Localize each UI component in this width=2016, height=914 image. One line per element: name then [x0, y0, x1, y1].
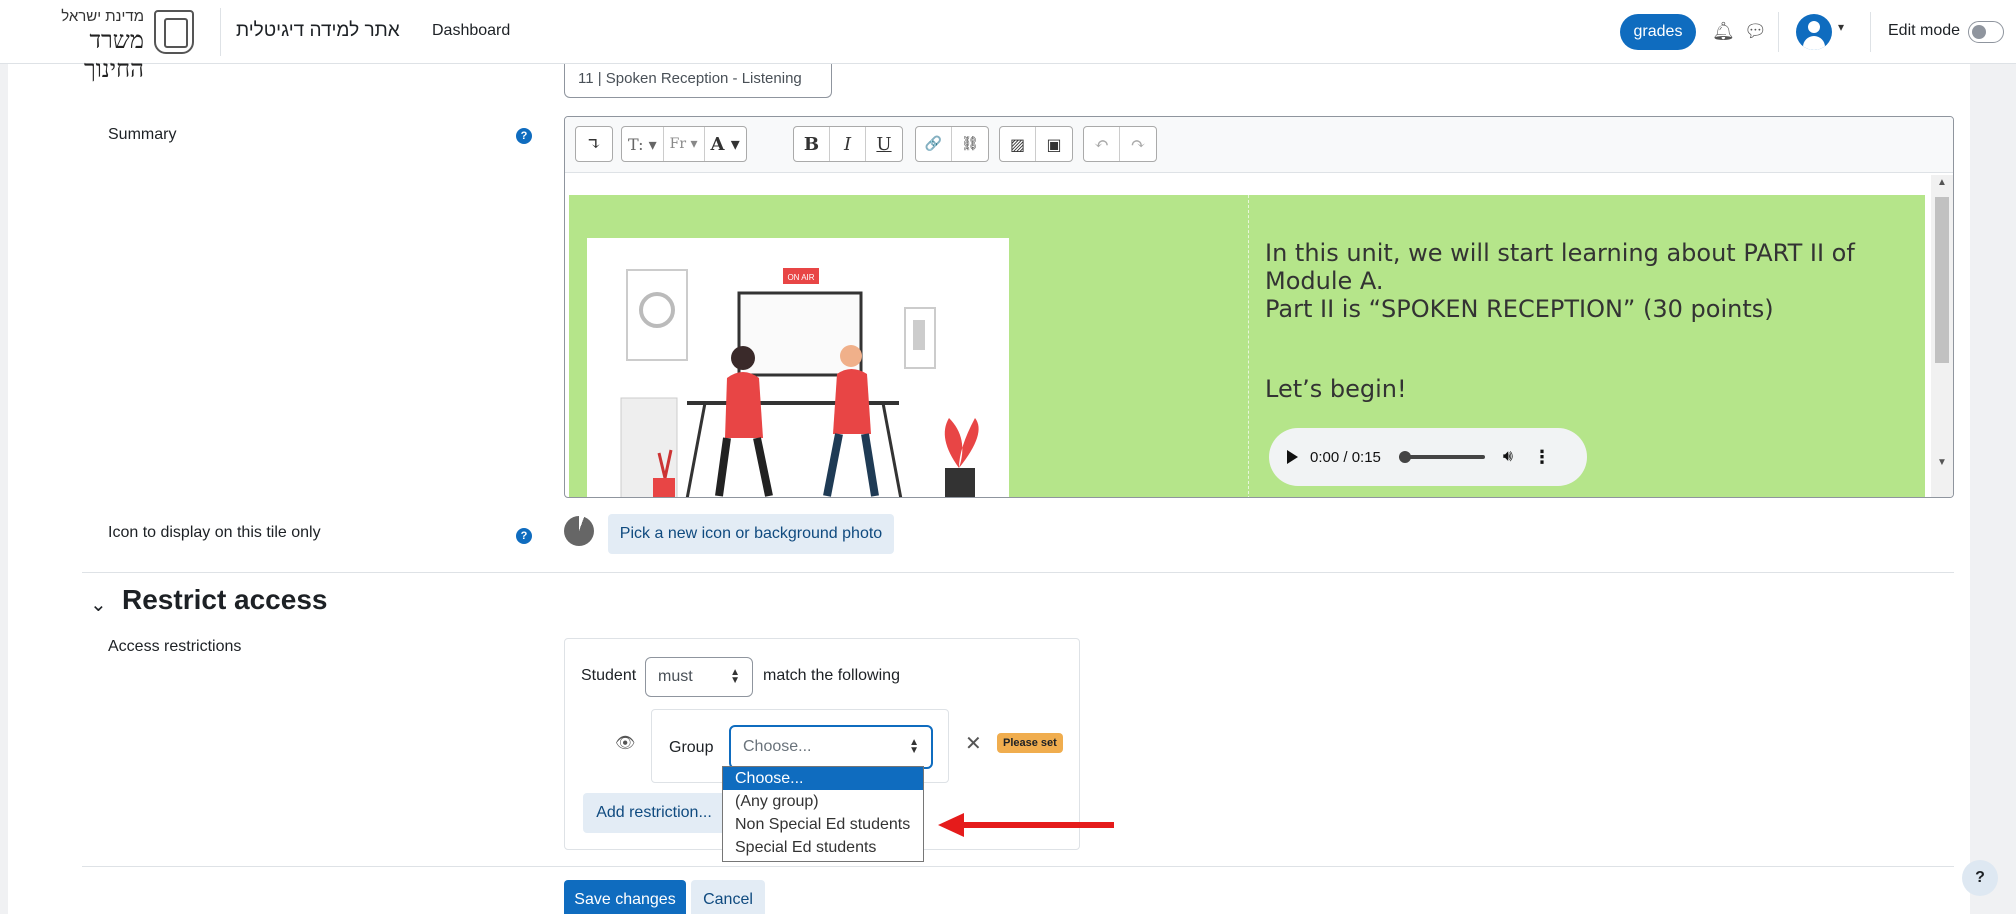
group-dropdown-list[interactable]: Choose... (Any group) Non Special Ed stu…	[722, 766, 924, 862]
remove-condition-icon[interactable]: ✕	[965, 731, 982, 756]
nav-divider	[1778, 12, 1779, 52]
select-arrows-icon: ▲ ▼	[730, 667, 740, 686]
brand-line2: משרד החינוך	[83, 26, 144, 83]
chevron-down-icon[interactable]: ⌄	[90, 592, 110, 616]
volume-icon[interactable]: 🔊︎	[1503, 448, 1513, 466]
group-select[interactable]: Choose... ▲ ▼	[729, 725, 933, 769]
help-icon[interactable]: ?	[516, 528, 532, 544]
site-name-link[interactable]: אתר למידה דיגיטלית	[236, 20, 400, 42]
ministry-logo[interactable]: מדינת ישראל משרד החינוך	[26, 8, 194, 83]
section-name-input[interactable]: 11 | Spoken Reception - Listening	[564, 64, 832, 98]
dropdown-option[interactable]: (Any group)	[723, 790, 923, 813]
redo-icon[interactable]: ↷	[1120, 127, 1156, 161]
section-divider	[82, 572, 1954, 573]
toolbar-group-format: T: ▾ Fr ▾ A ▾	[621, 126, 747, 162]
scroll-down-icon[interactable]: ▼	[1937, 457, 1947, 468]
chevron-down-icon[interactable]: ▾	[1838, 20, 1844, 34]
edit-mode-toggle[interactable]	[1968, 21, 2004, 43]
audio-player[interactable]: 0:00 / 0:15 🔊︎ ⋮	[1269, 428, 1587, 486]
dropdown-option[interactable]: Choose...	[723, 767, 923, 790]
access-restrictions-label: Access restrictions	[108, 638, 242, 655]
more-options-icon[interactable]: ⋮	[1533, 447, 1551, 468]
main-content: 11 | Spoken Reception - Listening Summar…	[8, 64, 1970, 914]
podcast-illustration: ON AIR	[587, 238, 1009, 497]
content-line-1: In this unit, we will start learning abo…	[1265, 239, 1855, 295]
image-icon[interactable]: ▨	[1000, 127, 1036, 161]
section-divider	[82, 866, 1954, 867]
toolbar-group-history: ↶ ↷	[1083, 126, 1157, 162]
restrict-access-heading[interactable]: Restrict access	[122, 584, 327, 616]
please-set-badge: Please set	[997, 733, 1063, 753]
font-button[interactable]: Fr ▾	[664, 127, 705, 161]
group-select-value: Choose...	[743, 738, 812, 755]
editor-toolbar: ↴ T: ▾ Fr ▾ A ▾ B I U 🔗 ⛓ ▨ ▣ ↶ ↷	[565, 117, 1953, 173]
toolbar-group-style: B I U	[793, 126, 903, 162]
text-size-button[interactable]: T: ▾	[622, 127, 664, 161]
user-avatar-icon[interactable]	[1796, 14, 1832, 50]
match-following-text: match the following	[763, 667, 900, 684]
toolbar-group-link: 🔗 ⛓	[915, 126, 989, 162]
toolbar-group-media: ▨ ▣	[999, 126, 1073, 162]
dropdown-option[interactable]: Non Special Ed students	[723, 813, 923, 836]
emblem-icon	[154, 10, 194, 54]
group-label: Group	[669, 739, 714, 756]
chat-icon[interactable]: 💬︎	[1744, 20, 1767, 42]
audio-progress-slider[interactable]	[1398, 451, 1485, 463]
cancel-button[interactable]: Cancel	[691, 880, 765, 914]
content-line-3: Let’s begin!	[1265, 375, 1407, 403]
brand-line1: מדינת ישראל	[61, 8, 144, 25]
must-select-value: must	[658, 668, 693, 685]
scroll-up-icon[interactable]: ▲	[1937, 177, 1947, 188]
save-changes-button[interactable]: Save changes	[564, 880, 686, 914]
summary-editor[interactable]: ↴ T: ▾ Fr ▾ A ▾ B I U 🔗 ⛓ ▨ ▣ ↶ ↷ ON AIR…	[564, 116, 1954, 498]
student-label: Student	[581, 667, 637, 684]
summary-label: Summary	[108, 126, 177, 143]
icon-label: Icon to display on this tile only	[108, 524, 321, 541]
scroll-thumb[interactable]	[1935, 197, 1949, 363]
dashboard-link[interactable]: Dashboard	[432, 22, 510, 40]
unlink-icon[interactable]: ⛓	[952, 127, 988, 161]
dropdown-option[interactable]: Special Ed students	[723, 836, 923, 859]
media-icon[interactable]: ▣	[1036, 127, 1072, 161]
play-icon[interactable]	[1287, 450, 1298, 464]
pie-chart-icon	[564, 516, 594, 546]
editor-scrollbar[interactable]: ▲ ▼	[1931, 175, 1953, 497]
must-select[interactable]: must ▲ ▼	[645, 657, 753, 697]
underline-button[interactable]: U	[866, 127, 902, 161]
undo-icon[interactable]: ↶	[1084, 127, 1120, 161]
link-icon[interactable]: 🔗	[916, 127, 952, 161]
content-line-2: Part II is “SPOKEN RECEPTION” (30 points…	[1265, 295, 1774, 323]
top-navbar: מדינת ישראל משרד החינוך אתר למידה דיגיטל…	[0, 0, 2016, 83]
bold-button[interactable]: B	[794, 127, 830, 161]
help-icon[interactable]: ?	[516, 128, 532, 144]
help-floating-button[interactable]: ?	[1962, 860, 1998, 896]
italic-button[interactable]: I	[830, 127, 866, 161]
toolbar-group-paste: ↴	[575, 126, 613, 162]
nav-divider	[1870, 12, 1871, 52]
edit-mode-label: Edit mode	[1888, 22, 1961, 39]
editor-content-area[interactable]: ON AIR In this unit, we will start learn…	[569, 195, 1925, 497]
font-color-button[interactable]: A ▾	[705, 127, 746, 161]
nav-divider	[220, 8, 221, 56]
eye-icon[interactable]: 👁︎	[615, 733, 635, 753]
select-arrows-icon: ▲ ▼	[909, 737, 919, 756]
table-cell-divider	[1248, 195, 1249, 497]
add-restriction-button[interactable]: Add restriction...	[583, 793, 725, 833]
on-air-badge: ON AIR	[787, 273, 814, 282]
bell-icon[interactable]: 🔔︎	[1712, 20, 1735, 42]
pick-icon-button[interactable]: Pick a new icon or background photo	[608, 514, 894, 554]
podcast-illustration-svg: ON AIR	[587, 238, 1009, 497]
audio-time: 0:00 / 0:15	[1310, 448, 1381, 466]
paste-button[interactable]: ↴	[576, 127, 612, 161]
grades-button[interactable]: grades	[1620, 14, 1696, 50]
annotation-arrow-line	[958, 822, 1114, 828]
